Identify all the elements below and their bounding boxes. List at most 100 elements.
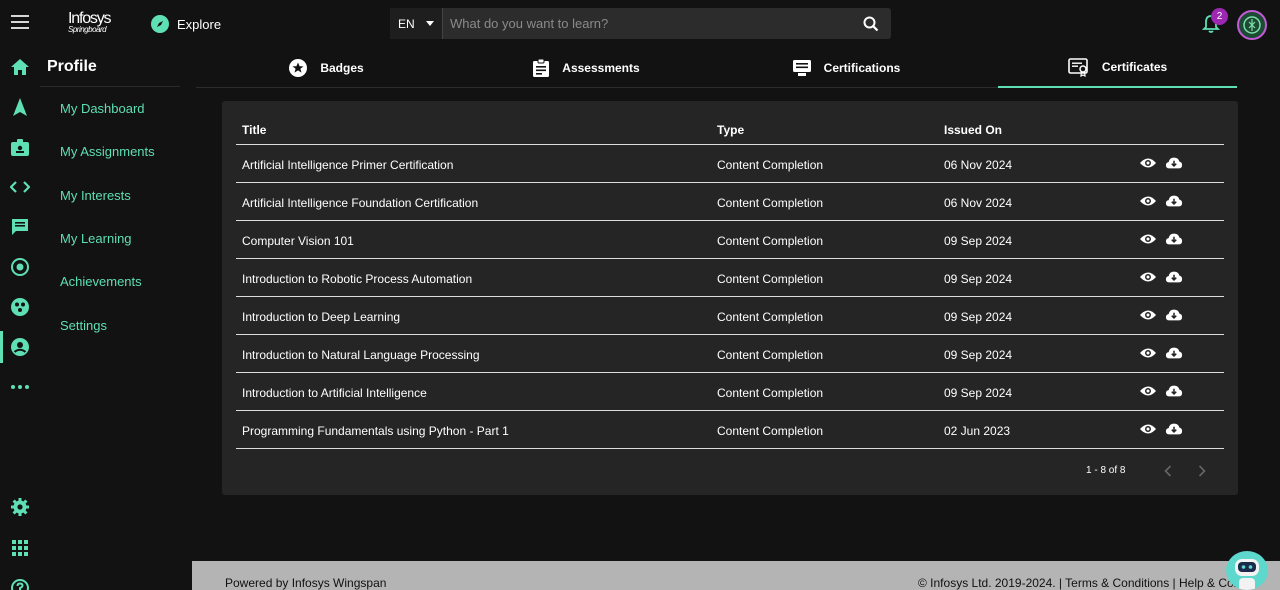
logo-subtext: Springboard	[68, 25, 107, 34]
download-cloud-icon[interactable]	[1165, 269, 1183, 285]
code-icon[interactable]	[0, 171, 40, 203]
view-eye-icon[interactable]	[1139, 231, 1157, 247]
compass-icon	[151, 15, 169, 33]
profile-account-icon[interactable]	[0, 331, 40, 363]
download-cloud-icon[interactable]	[1165, 383, 1183, 399]
home-icon[interactable]	[0, 51, 40, 83]
explore-button[interactable]: Explore	[151, 14, 221, 34]
footer-powered-by: Powered by Infosys Wingspan	[225, 576, 387, 590]
divider	[40, 86, 180, 87]
cell-title: Introduction to Robotic Process Automati…	[242, 272, 473, 286]
tab-assessments[interactable]: Assessments	[456, 48, 716, 88]
tab-certificates[interactable]: Certificates	[998, 48, 1237, 88]
certificate-icon	[1068, 57, 1090, 77]
caret-down-icon	[425, 21, 434, 26]
download-cloud-icon[interactable]	[1165, 231, 1183, 247]
download-cloud-icon[interactable]	[1165, 155, 1183, 171]
column-header-type: Type	[717, 123, 745, 137]
table-row: Introduction to Deep Learning Content Co…	[236, 297, 1224, 335]
certificates-table-card: Title Type Issued On Artificial Intellig…	[222, 101, 1238, 495]
view-eye-icon[interactable]	[1139, 307, 1157, 323]
tab-badges[interactable]: Badges	[196, 48, 456, 88]
table-row: Introduction to Natural Language Process…	[236, 335, 1224, 373]
cell-type: Content Completion	[717, 386, 824, 400]
previous-page-chevron-icon[interactable]	[1161, 463, 1175, 479]
star-badge-icon	[288, 58, 308, 78]
download-cloud-icon[interactable]	[1165, 193, 1183, 209]
column-header-issued-on: Issued On	[944, 123, 1003, 137]
target-circle-icon[interactable]	[0, 251, 40, 283]
view-eye-icon[interactable]	[1139, 269, 1157, 285]
download-cloud-icon[interactable]	[1165, 345, 1183, 361]
notification-count-badge: 2	[1211, 8, 1228, 25]
cell-issued-on: 09 Sep 2024	[944, 234, 1013, 248]
nav-settings[interactable]: Settings	[60, 318, 107, 333]
tab-label: Badges	[320, 61, 364, 75]
row-actions	[1139, 421, 1183, 437]
footer-copyright-links[interactable]: © Infosys Ltd. 2019-2024. | Terms & Cond…	[918, 576, 1240, 590]
hamburger-menu-icon[interactable]	[11, 15, 29, 29]
cell-type: Content Completion	[717, 424, 824, 438]
cell-title: Programming Fundamentals using Python - …	[242, 424, 509, 438]
view-eye-icon[interactable]	[1139, 193, 1157, 209]
nav-my-dashboard[interactable]: My Dashboard	[60, 101, 145, 116]
help-icon[interactable]	[0, 572, 40, 590]
user-avatar[interactable]	[1237, 10, 1267, 40]
next-page-chevron-icon[interactable]	[1195, 463, 1209, 479]
icon-rail	[0, 48, 40, 590]
download-cloud-icon[interactable]	[1165, 421, 1183, 437]
footer: Powered by Infosys Wingspan © Infosys Lt…	[192, 561, 1280, 590]
view-eye-icon[interactable]	[1139, 421, 1157, 437]
table-row: Introduction to Artificial Intelligence …	[236, 373, 1224, 411]
row-actions	[1139, 383, 1183, 399]
navigation-arrow-icon[interactable]	[0, 91, 40, 123]
view-eye-icon[interactable]	[1139, 345, 1157, 361]
chat-icon[interactable]	[0, 211, 40, 243]
table-row: Programming Fundamentals using Python - …	[236, 411, 1224, 449]
nav-achievements[interactable]: Achievements	[60, 274, 142, 289]
pagination-range: 1 - 8 of 8	[1086, 465, 1126, 476]
cell-issued-on: 06 Nov 2024	[944, 196, 1013, 210]
cell-title: Computer Vision 101	[242, 234, 354, 248]
tab-certifications[interactable]: Certifications	[716, 48, 976, 88]
column-header-title: Title	[242, 123, 267, 137]
settings-gear-icon[interactable]	[0, 491, 40, 523]
table-row: Artificial Intelligence Foundation Certi…	[236, 183, 1224, 221]
cell-type: Content Completion	[717, 158, 824, 172]
cell-issued-on: 02 Jun 2023	[944, 424, 1011, 438]
language-select[interactable]: EN	[390, 8, 443, 39]
cell-issued-on: 09 Sep 2024	[944, 348, 1013, 362]
row-actions	[1139, 307, 1183, 323]
table-row: Artificial Intelligence Primer Certifica…	[236, 145, 1224, 183]
profile-title: Profile	[47, 58, 97, 75]
profile-sidebar: Profile My Dashboard My Assignments My I…	[40, 48, 192, 590]
explore-label: Explore	[177, 16, 222, 32]
row-actions	[1139, 193, 1183, 209]
cell-title: Introduction to Artificial Intelligence	[242, 386, 427, 400]
nav-my-assignments[interactable]: My Assignments	[60, 144, 155, 159]
cell-type: Content Completion	[717, 272, 824, 286]
infosys-springboard-logo[interactable]: Infosys Springboard	[68, 11, 112, 34]
clipboard-icon	[532, 58, 550, 78]
apps-grid-icon[interactable]	[0, 532, 40, 564]
language-value: EN	[398, 16, 415, 31]
community-icon[interactable]	[0, 291, 40, 323]
view-eye-icon[interactable]	[1139, 383, 1157, 399]
cell-type: Content Completion	[717, 196, 824, 210]
download-cloud-icon[interactable]	[1165, 307, 1183, 323]
cell-title: Introduction to Natural Language Process…	[242, 348, 480, 362]
more-options-icon[interactable]	[0, 371, 40, 403]
cell-type: Content Completion	[717, 234, 824, 248]
table-row: Computer Vision 101 Content Completion 0…	[236, 221, 1224, 259]
view-eye-icon[interactable]	[1139, 155, 1157, 171]
nav-my-interests[interactable]: My Interests	[60, 188, 131, 203]
tab-label: Assessments	[562, 61, 640, 75]
table-header: Title Type Issued On	[236, 123, 1224, 145]
nav-my-learning[interactable]: My Learning	[60, 231, 132, 246]
cell-type: Content Completion	[717, 348, 824, 362]
tab-label: Certificates	[1101, 60, 1168, 74]
assignment-badge-icon[interactable]	[0, 131, 40, 163]
search-icon[interactable]	[851, 8, 891, 39]
chatbot-robot-icon[interactable]	[1226, 551, 1268, 590]
search-input[interactable]	[443, 8, 851, 39]
